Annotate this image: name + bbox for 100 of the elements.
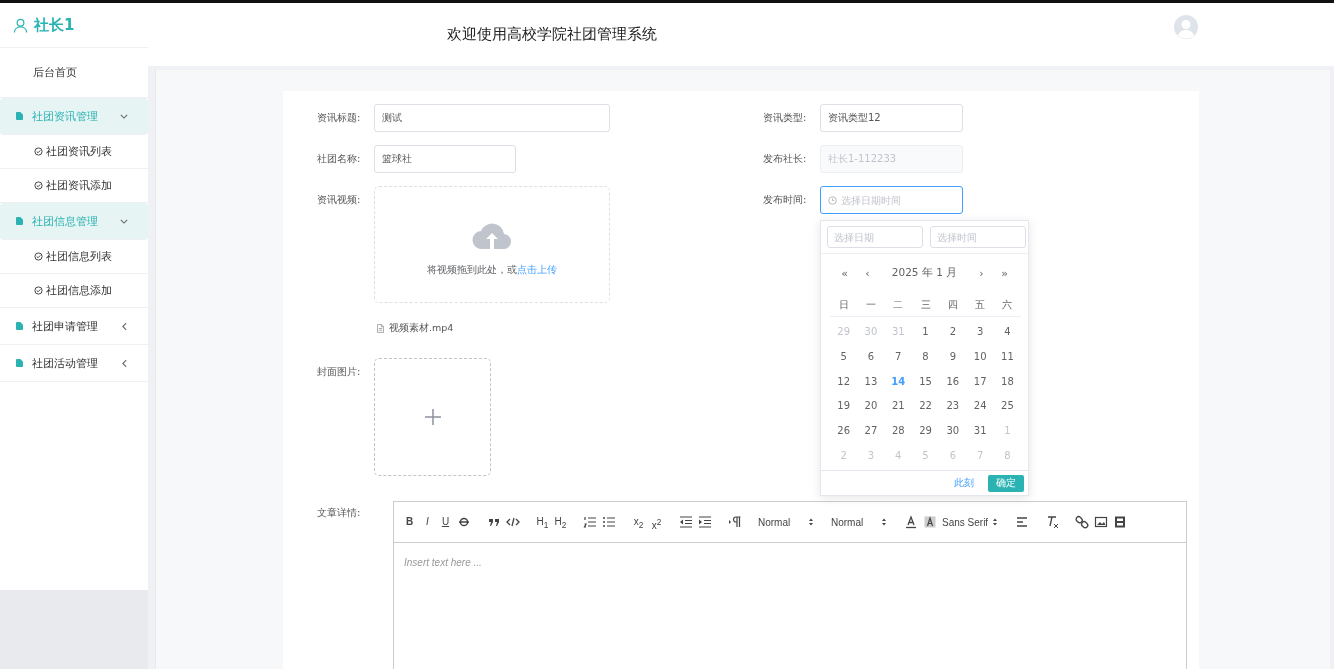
calendar-day[interactable]: 18 [993,369,1022,395]
calendar-day[interactable]: 20 [857,394,885,420]
check-circle-icon [34,181,43,190]
calendar-day[interactable]: 25 [993,394,1022,420]
calendar-day[interactable]: 2 [939,320,967,345]
image-icon[interactable] [1094,515,1108,529]
calendar-day[interactable]: 7 [884,344,912,370]
text-color-icon[interactable] [904,515,918,529]
document-icon [16,112,23,120]
calendar-day[interactable]: 10 [966,344,994,370]
pilcrow-icon[interactable] [728,515,742,529]
calendar-day[interactable]: 28 [884,419,912,444]
document-icon [16,359,23,367]
menu-group[interactable]: 社团申请管理 [0,308,148,345]
format-picker[interactable]: Normal [758,516,814,528]
field-label: 封面图片: [317,365,362,379]
align-left-icon[interactable] [1015,515,1029,529]
clear-format-icon[interactable] [1045,515,1059,529]
prev-year-button[interactable]: « [833,266,856,280]
menu-group[interactable]: 社团活动管理 [0,345,148,382]
file-name[interactable]: 视频素材.mp4 [389,322,454,335]
clock-icon [828,195,837,205]
menu-label: 社团资讯列表 [46,144,112,159]
weekday-label: 二 [892,298,905,312]
format-button[interactable]: H$_{2}$ [554,515,567,529]
chevron-left-icon [122,358,127,368]
outdent-icon[interactable] [679,515,693,529]
calendar-day[interactable]: 9 [939,344,967,370]
format-picker[interactable]: Sans Serif [942,516,998,528]
calendar-day[interactable]: 12 [830,369,858,395]
calendar-day[interactable]: 8 [911,344,940,370]
indent-icon[interactable] [698,515,712,529]
field-label: 资讯视频: [317,193,362,207]
field-label: 发布时间: [763,193,808,207]
rich-text-editor[interactable]: B I U H$_{1}$ H$_{2}$ x$_{2}$ x$^{2}$ Normal Normal Sans Serif Insert text here ... [393,501,1187,669]
bold-button[interactable]: B [403,515,416,529]
field-label: 资讯类型: [763,111,808,125]
calendar-day[interactable]: 1 [911,320,940,345]
numbered-list-icon[interactable] [583,515,597,529]
calendar-day[interactable]: 23 [939,394,967,420]
calendar-day[interactable]: 6 [857,344,885,370]
code-icon[interactable] [506,515,520,529]
user-icon [13,17,28,33]
type-input[interactable]: 资讯类型12 [820,104,963,132]
check-circle-icon [34,252,43,261]
page-title: 欢迎使用高校学院社团管理系统 [447,25,657,44]
dropdown-arrows-icon [992,517,998,527]
link-icon[interactable] [1075,515,1089,529]
menu-item[interactable]: 社团信息添加 [0,274,148,308]
field-label: 社团名称: [317,152,362,166]
document-icon [16,217,23,225]
upload-dropzone[interactable]: 将视频拖到此处，或点击上传 [374,186,610,303]
menu-label: 社团资讯添加 [46,178,112,193]
format-button[interactable]: x$^{2}$ [650,515,663,529]
dropdown-arrows-icon [808,517,814,527]
calendar-day[interactable]: 11 [993,344,1022,370]
weekday-label: 五 [974,298,987,312]
calendar-day[interactable]: 21 [884,394,912,420]
menu-item[interactable]: 社团信息列表 [0,240,148,274]
prev-month-button[interactable]: ‹ [856,266,879,280]
calendar-day[interactable]: 13 [857,369,885,395]
weekday-label: 一 [864,298,877,312]
calendar-day[interactable]: 3 [966,320,994,345]
film-icon[interactable] [1113,515,1127,529]
calendar-day[interactable]: 31 [966,419,994,444]
weekday-label: 六 [1001,298,1014,312]
underline-button[interactable]: U [439,515,452,529]
field-label: 文章详情: [317,506,362,520]
bullet-list-icon[interactable] [602,515,616,529]
club-input[interactable]: 篮球社 [374,145,516,173]
menu-label: 社团信息添加 [46,283,112,298]
check-circle-icon [34,286,43,295]
chevron-left-icon [122,321,127,331]
calendar-day[interactable]: 5 [830,344,858,370]
title-input[interactable]: 测试 [374,104,610,132]
calendar-day[interactable]: 29 [911,419,940,444]
calendar-day[interactable]: 27 [857,419,885,444]
calendar-day[interactable]: 16 [939,369,967,395]
strikethrough-icon[interactable] [457,515,471,529]
italic-button[interactable]: I [421,515,434,529]
calendar-day[interactable]: 4 [993,320,1022,345]
calendar-day[interactable]: 24 [966,394,994,420]
calendar-day[interactable]: 30 [939,419,967,444]
calendar-day[interactable]: 26 [830,419,858,444]
format-picker[interactable]: Normal [831,516,887,528]
calendar-day[interactable]: 15 [911,369,940,395]
format-button[interactable]: H$_{1}$ [536,515,549,529]
highlight-icon[interactable] [923,515,937,529]
weekday-label: 四 [946,298,959,312]
editor-placeholder: Insert text here ... [404,557,482,568]
calendar-day[interactable]: 19 [830,394,858,420]
menu-item[interactable]: 社团资讯列表 [0,135,148,169]
weekday-label: 日 [837,298,850,312]
calendar-day[interactable]: 17 [966,369,994,395]
format-button[interactable]: x$_{2}$ [632,515,645,529]
next-year-button[interactable]: » [993,266,1016,280]
calendar-day[interactable]: 22 [911,394,940,420]
next-month-button[interactable]: › [970,266,993,280]
field-label: 发布社长: [763,152,808,166]
dropdown-arrows-icon [881,517,887,527]
